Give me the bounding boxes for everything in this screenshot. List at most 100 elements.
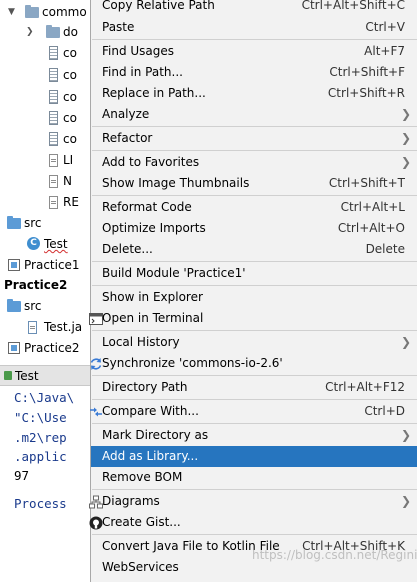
jar-icon [49,90,58,104]
menu-item-remove-bom[interactable]: Remove BOM [91,467,417,488]
run-tab-label: Test [15,369,39,383]
menu-separator [92,39,417,40]
source-folder-icon [7,216,21,229]
tree-item-label: Test [44,237,68,251]
menu-item-label: Show Image Thumbnails [102,176,250,190]
tree-item-file[interactable]: N [0,171,90,191]
menu-item-label: Delete... [102,242,153,256]
context-menu: Copy Relative Path Ctrl+Alt+Shift+C Past… [89,0,417,582]
terminal-icon [89,313,103,325]
console-line: 97 [14,468,30,483]
folder-icon [25,5,39,18]
menu-separator [92,330,417,331]
tree-item-file[interactable]: LI [0,150,90,170]
sync-icon [90,358,102,370]
jar-icon [49,111,58,125]
diagram-icon [89,495,103,509]
tree-item-jar[interactable]: co [0,43,90,63]
tree-item-jar[interactable]: co [0,65,90,85]
tree-root-row[interactable]: ▼ commo [0,2,90,22]
menu-item-diagrams[interactable]: Diagrams ❯ [89,491,417,512]
menu-item-find-in-path[interactable]: Find in Path... Ctrl+Shift+F [91,62,417,83]
menu-item-synchronize[interactable]: Synchronize 'commons-io-2.6' [90,353,417,374]
chevron-right-icon: ❯ [400,335,411,349]
menu-item-label: Remove BOM [102,470,183,484]
menu-item-delete[interactable]: Delete... Delete [91,239,417,260]
tree-item-label: co [63,132,77,146]
menu-item-show-in-explorer[interactable]: Show in Explorer [91,287,417,308]
chevron-right-icon: ❯ [400,494,411,508]
run-console[interactable]: C:\Java\ "C:\Use .m2\rep .applic 97 Proc… [0,386,90,575]
menu-separator [92,375,417,376]
tree-item-module-file[interactable]: Practice1 [0,255,90,275]
jar-icon [49,132,58,146]
tree-item-label: co [63,111,77,125]
menu-item-paste[interactable]: Paste Ctrl+V [91,17,417,38]
menu-item-label: Show in Explorer [102,290,203,304]
menu-item-analyze[interactable]: Analyze ❯ [91,104,417,125]
menu-item-open-in-terminal[interactable]: Open in Terminal [89,308,417,329]
menu-item-reformat-code[interactable]: Reformat Code Ctrl+Alt+L [91,197,417,218]
menu-item-shortcut: Ctrl+D [364,404,405,418]
menu-separator [92,285,417,286]
tree-item-src-folder[interactable]: src [0,296,90,316]
folder-icon [46,25,60,38]
menu-item-shortcut: Ctrl+Alt+L [340,200,405,214]
console-line: .m2\rep [14,430,67,445]
chevron-right-icon: ❯ [400,131,411,145]
menu-item-mark-directory-as[interactable]: Mark Directory as ❯ [91,425,417,446]
tree-item-label: Practice2 [24,341,80,355]
menu-item-build-module[interactable]: Build Module 'Practice1' [91,263,417,284]
tree-item-label: Practice2 [4,278,68,292]
menu-item-label: Paste [102,20,135,34]
menu-separator [92,150,417,151]
tree-item-jar[interactable]: co [0,129,90,149]
menu-item-compare-with[interactable]: Compare With... Ctrl+D [90,401,417,422]
menu-item-local-history[interactable]: Local History ❯ [91,332,417,353]
tree-item-file[interactable]: RE [0,192,90,212]
menu-item-add-to-favorites[interactable]: Add to Favorites ❯ [91,152,417,173]
module-file-icon [8,259,20,271]
menu-item-directory-path[interactable]: Directory Path Ctrl+Alt+F12 [91,377,417,398]
chevron-right-icon: ❯ [400,428,411,442]
menu-item-shortcut: Alt+F7 [364,44,405,58]
chevron-right-icon[interactable]: ❯ [26,22,34,42]
tree-item-label: src [24,299,42,313]
tree-item-label: do [63,25,78,39]
menu-item-label: Directory Path [102,380,188,394]
menu-item-label: Find Usages [102,44,175,58]
tree-item-jar[interactable]: co [0,108,90,128]
menu-item-copy-relative-path[interactable]: Copy Relative Path Ctrl+Alt+Shift+C [91,0,417,16]
watermark: https://blog.csdn.net/Reginic [252,548,417,562]
jar-icon [49,46,58,60]
tree-item-label: Practice1 [24,258,80,272]
console-line: .applic [14,449,67,464]
menu-item-label: Replace in Path... [102,86,206,100]
menu-item-optimize-imports[interactable]: Optimize Imports Ctrl+Alt+O [91,218,417,239]
tree-item-module-file[interactable]: Practice2 [0,338,90,358]
menu-item-label: Copy Relative Path [102,0,215,12]
menu-item-label: Build Module 'Practice1' [102,266,246,280]
run-icon [4,371,12,380]
tree-item-label: RE [63,195,79,209]
menu-item-find-usages[interactable]: Find Usages Alt+F7 [91,41,417,62]
menu-item-refactor[interactable]: Refactor ❯ [91,128,417,149]
menu-item-shortcut: Delete [365,242,405,256]
tree-item-folder[interactable]: ❯ do [0,22,90,42]
menu-item-label: Local History [102,335,180,349]
tree-item-project[interactable]: Practice2 [0,275,90,295]
run-tab-header[interactable]: Test [0,365,90,386]
menu-item-label: Optimize Imports [102,221,206,235]
chevron-down-icon[interactable]: ▼ [8,2,15,22]
tree-item-java-file[interactable]: Test.ja [0,317,90,337]
menu-item-add-as-library[interactable]: Add as Library... [91,446,417,467]
menu-item-replace-in-path[interactable]: Replace in Path... Ctrl+Shift+R [91,83,417,104]
menu-item-show-image-thumbnails[interactable]: Show Image Thumbnails Ctrl+Shift+T [91,173,417,194]
tree-item-java-class[interactable]: C Test [0,234,90,254]
menu-item-create-gist[interactable]: Create Gist... [89,512,417,533]
menu-separator [92,489,417,490]
menu-separator [92,423,417,424]
tree-item-src-folder[interactable]: src [0,213,90,233]
project-tool-window: ▼ commo ❯ do co co co co co LI N RE src … [0,0,90,575]
tree-item-jar[interactable]: co [0,87,90,107]
